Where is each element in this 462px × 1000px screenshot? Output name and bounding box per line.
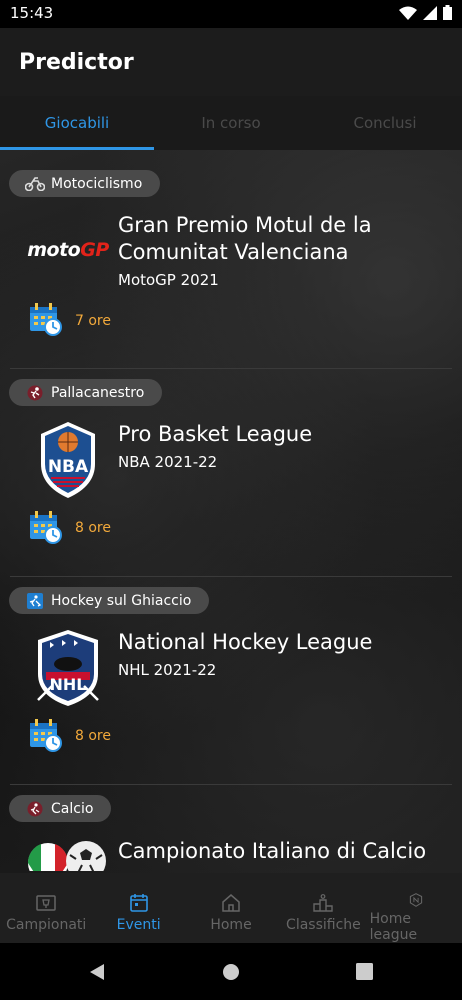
category-chip: Calcio bbox=[9, 795, 112, 822]
hockey-icon bbox=[25, 592, 45, 609]
system-navigation-bar bbox=[0, 943, 462, 1000]
event-card[interactable]: Motociclismo motoGP Gran Premio Motul de… bbox=[0, 150, 462, 369]
event-title[interactable]: Pro Basket League bbox=[118, 421, 448, 448]
category-chip: Motociclismo bbox=[9, 170, 161, 197]
category-label: Hockey sul Ghiaccio bbox=[51, 592, 192, 609]
tab-in-corso[interactable]: In corso bbox=[154, 96, 308, 150]
event-card[interactable]: Hockey sul Ghiaccio NHL National Hockey … bbox=[0, 577, 462, 785]
event-card[interactable]: Calcio Campionato Italiano di Calcio bbox=[0, 785, 462, 873]
signal-icon bbox=[423, 5, 437, 20]
nav-classifiche[interactable]: Classifiche bbox=[277, 873, 369, 943]
category-label: Calcio bbox=[51, 800, 94, 817]
time-left: 8 ore bbox=[75, 520, 111, 536]
event-subtitle: NBA 2021-22 bbox=[118, 453, 218, 471]
event-title[interactable]: Campionato Italiano di Calcio bbox=[118, 838, 448, 865]
status-bar: 15:43 bbox=[0, 0, 462, 28]
event-subtitle: NHL 2021-22 bbox=[118, 661, 217, 679]
time-left: 8 ore bbox=[75, 728, 111, 744]
bottom-navigation: Campionati Eventi Home Classifiche Home … bbox=[0, 873, 462, 943]
battery-icon bbox=[443, 5, 452, 20]
nhl-logo-text: NHL bbox=[50, 675, 87, 694]
motogp-logo: motoGP bbox=[27, 239, 109, 261]
nav-home[interactable]: Home bbox=[185, 873, 277, 943]
trophy-board-icon bbox=[36, 895, 56, 911]
nav-campionati[interactable]: Campionati bbox=[0, 873, 92, 943]
nav-eventi[interactable]: Eventi bbox=[92, 873, 184, 943]
tab-bar: Giocabili In corso Conclusi bbox=[0, 96, 462, 150]
nav-label: Home bbox=[210, 917, 252, 933]
soccer-player-icon bbox=[25, 801, 45, 817]
app-bar: Predictor bbox=[0, 28, 462, 96]
motorcycle-icon bbox=[25, 176, 45, 192]
home-circle-icon[interactable] bbox=[222, 963, 240, 981]
home-icon bbox=[222, 894, 240, 912]
recents-icon[interactable] bbox=[356, 963, 373, 980]
status-time: 15:43 bbox=[10, 4, 54, 22]
nav-label: Classifiche bbox=[286, 917, 361, 933]
nav-label: Eventi bbox=[116, 917, 161, 933]
page-title: Predictor bbox=[19, 50, 134, 75]
nba-logo: NBA bbox=[26, 418, 110, 502]
calendar-clock-icon bbox=[30, 511, 62, 544]
category-label: Pallacanestro bbox=[51, 384, 145, 401]
category-chip: Hockey sul Ghiaccio bbox=[9, 587, 210, 614]
time-left: 7 ore bbox=[75, 313, 111, 329]
category-label: Motociclismo bbox=[51, 175, 143, 192]
nav-label: Campionati bbox=[6, 917, 87, 933]
wifi-icon bbox=[399, 6, 417, 20]
nhl-logo: NHL bbox=[26, 626, 110, 710]
tab-conclusi[interactable]: Conclusi bbox=[308, 96, 462, 150]
serie-a-logo bbox=[26, 831, 110, 871]
events-list[interactable]: Motociclismo motoGP Gran Premio Motul de… bbox=[0, 150, 462, 873]
event-card[interactable]: Pallacanestro NBA Pro Basket League NBA … bbox=[0, 369, 462, 577]
category-chip: Pallacanestro bbox=[9, 379, 163, 406]
event-subtitle: MotoGP 2021 bbox=[118, 271, 219, 289]
podium-icon bbox=[313, 894, 334, 912]
league-badge-icon bbox=[409, 893, 422, 907]
basketball-player-icon bbox=[25, 385, 45, 401]
status-icons bbox=[399, 5, 452, 20]
event-title[interactable]: Gran Premio Motul de la Comunitat Valenc… bbox=[118, 212, 448, 266]
nav-label: Home league bbox=[369, 911, 418, 943]
tab-giocabili[interactable]: Giocabili bbox=[0, 96, 154, 150]
calendar-clock-icon bbox=[30, 303, 62, 336]
back-icon[interactable] bbox=[88, 963, 106, 981]
event-title[interactable]: National Hockey League bbox=[118, 629, 448, 656]
nav-home-league[interactable]: Home league bbox=[370, 873, 462, 943]
calendar-clock-icon bbox=[30, 719, 62, 752]
nba-logo-text: NBA bbox=[48, 457, 89, 477]
calendar-icon bbox=[129, 894, 148, 912]
